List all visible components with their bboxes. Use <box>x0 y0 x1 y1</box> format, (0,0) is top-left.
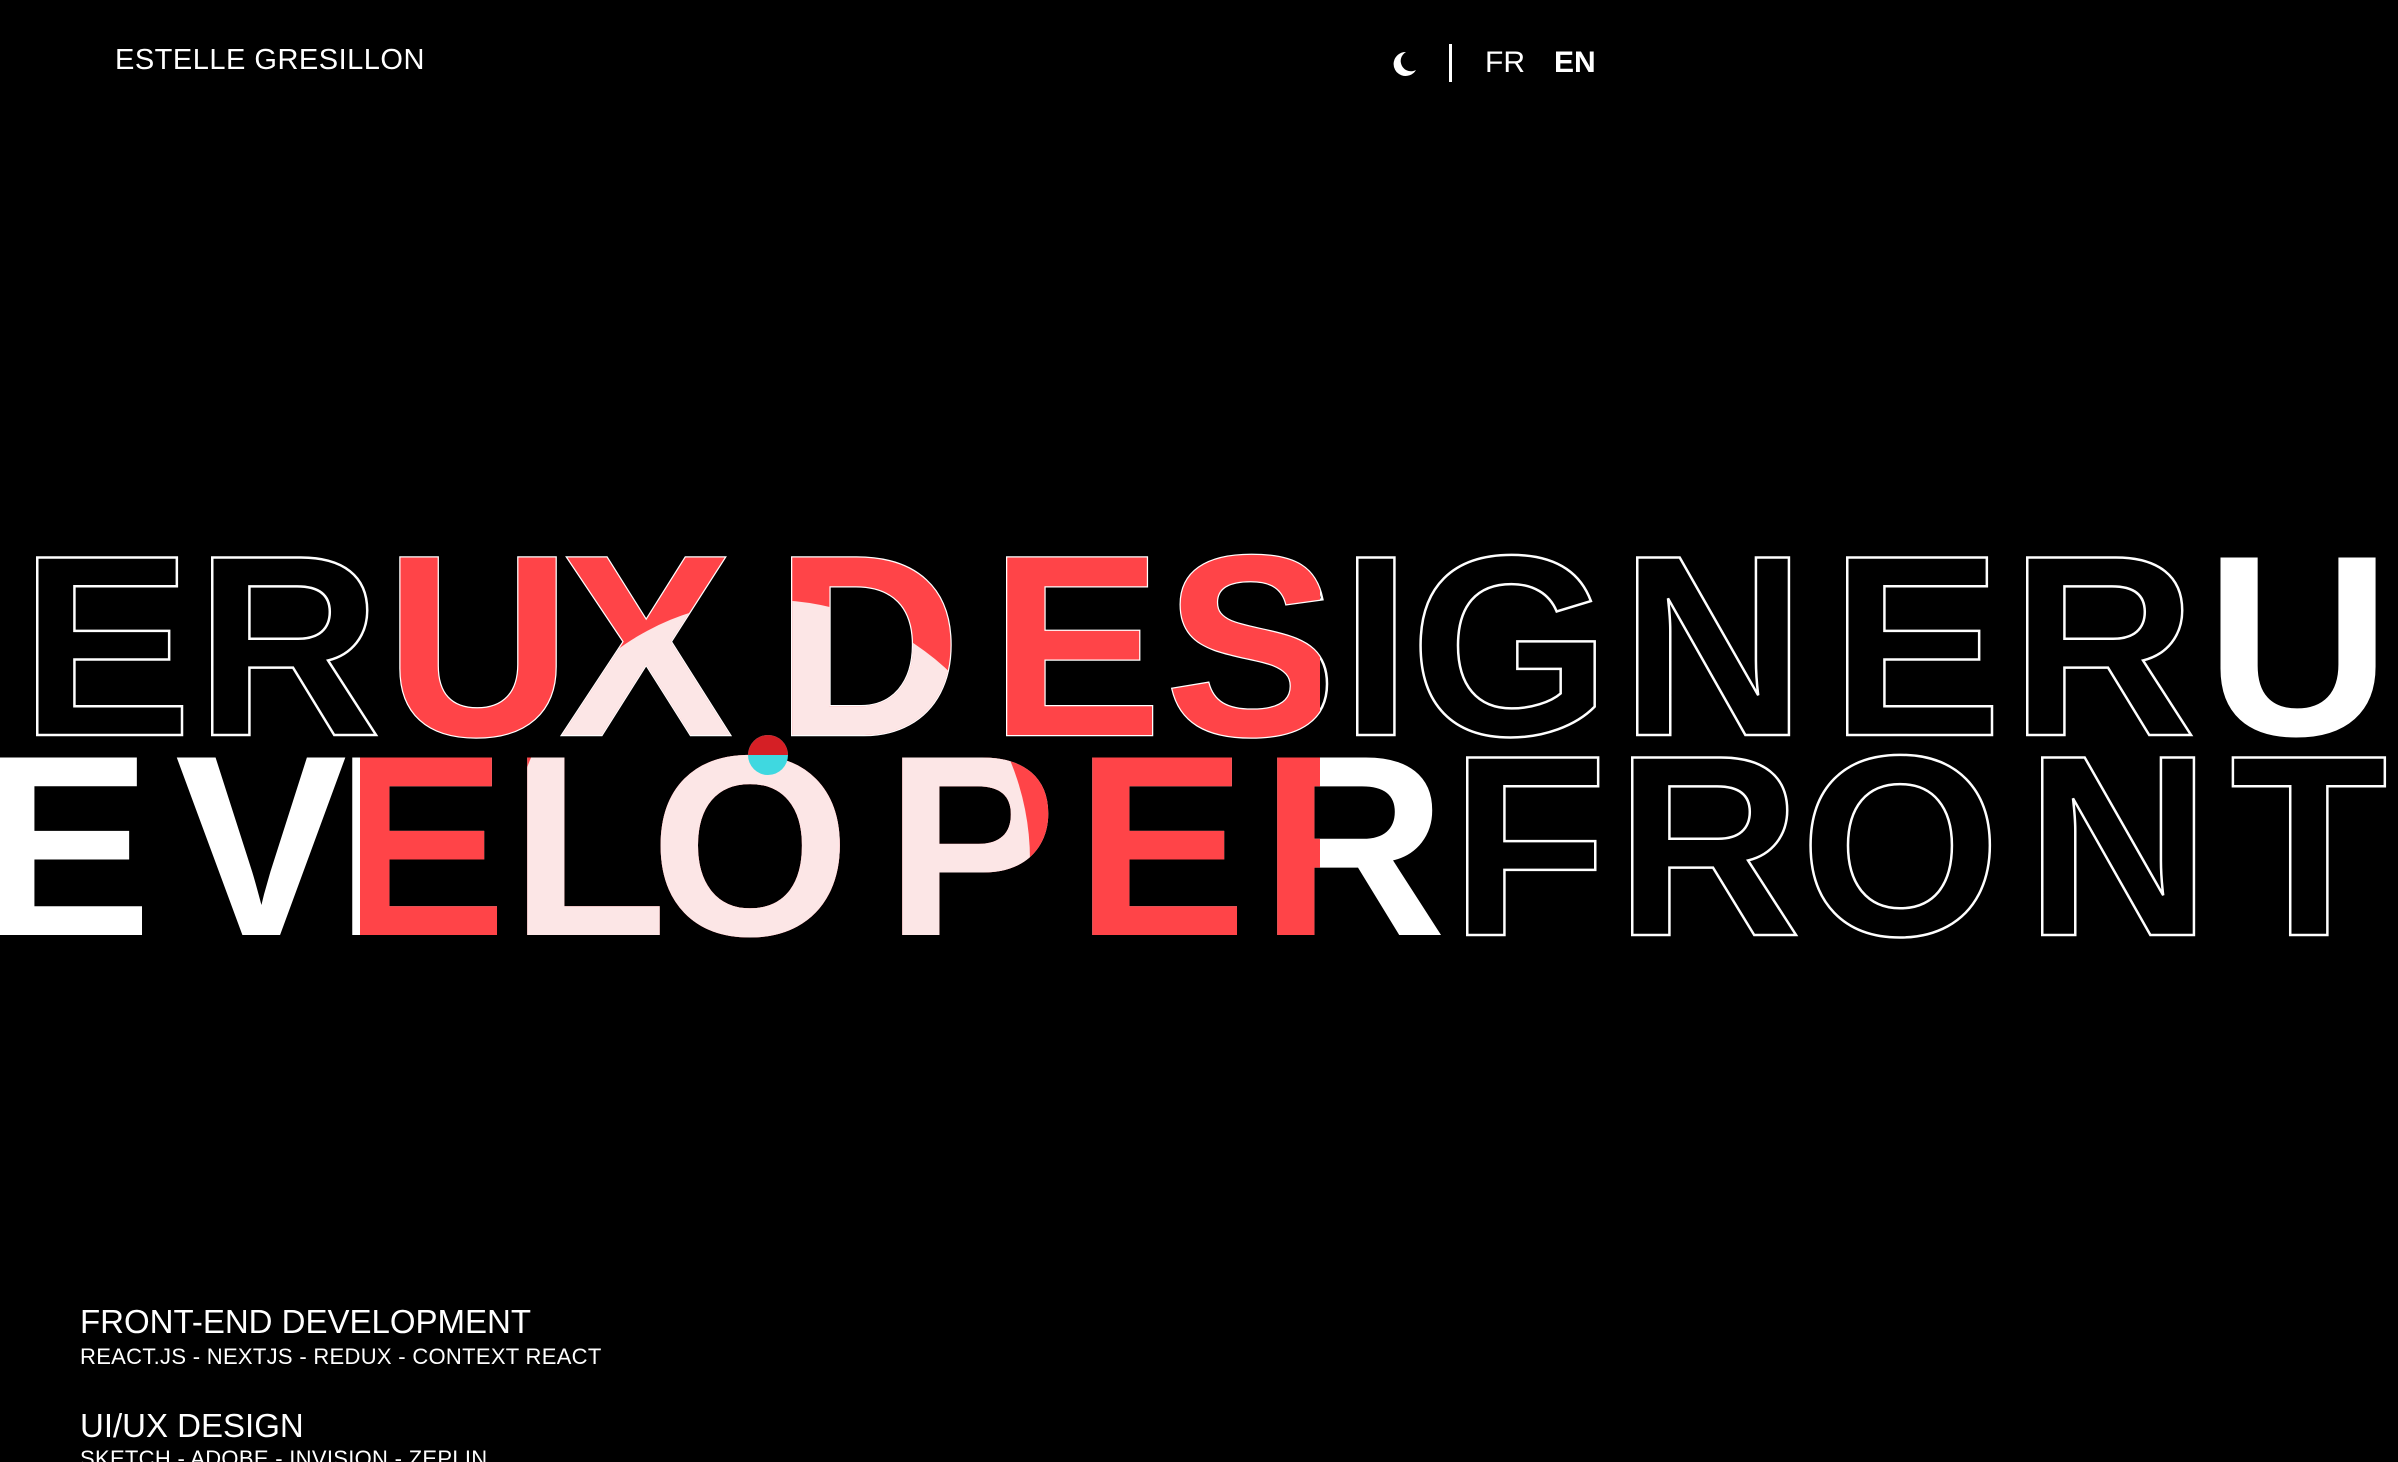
skill-tools-frontend: REACT.JS - NEXTJS - REDUX - CONTEXT REAC… <box>80 1344 602 1369</box>
hero-letter-red: E <box>1075 701 1251 960</box>
moon-icon <box>1393 51 1416 76</box>
hero-letter-outline: O <box>1800 701 2005 960</box>
hero-marquee: ERUXDESIGNER UXDESI UXD U FRONT EVELOPER… <box>0 520 2398 960</box>
hero-letter-pink: O <box>650 701 855 960</box>
theme-toggle-button[interactable] <box>1386 46 1422 82</box>
hero-letter-outline: F <box>1450 701 1612 960</box>
skill-title-uiux: UI/UX DESIGN <box>80 1407 304 1444</box>
hero-letter-red: E <box>335 701 511 960</box>
lang-en-link[interactable]: EN <box>1554 46 1596 80</box>
skill-title-frontend: FRONT-END DEVELOPMENT <box>80 1303 532 1340</box>
hero-svg: ER UX D ESIG N E R UX D ESI UX D U F RO N T E VELO P E R… <box>0 520 2392 960</box>
hero-letter-outline: R <box>1615 701 1805 960</box>
hero-letter-solid: V <box>175 701 351 960</box>
skill-tools-uiux: SKETCH - ADOBE - INVISION - ZEPLIN <box>80 1446 488 1462</box>
site-logo[interactable]: ESTELLE GRESILLON <box>115 44 425 77</box>
header-divider <box>1449 44 1452 82</box>
hero-letter-solid: E <box>0 701 156 960</box>
hero-letter-outline: N <box>2025 701 2215 960</box>
lang-fr-link[interactable]: FR <box>1485 46 1525 80</box>
hero-letter-outline: T <box>2230 701 2392 960</box>
